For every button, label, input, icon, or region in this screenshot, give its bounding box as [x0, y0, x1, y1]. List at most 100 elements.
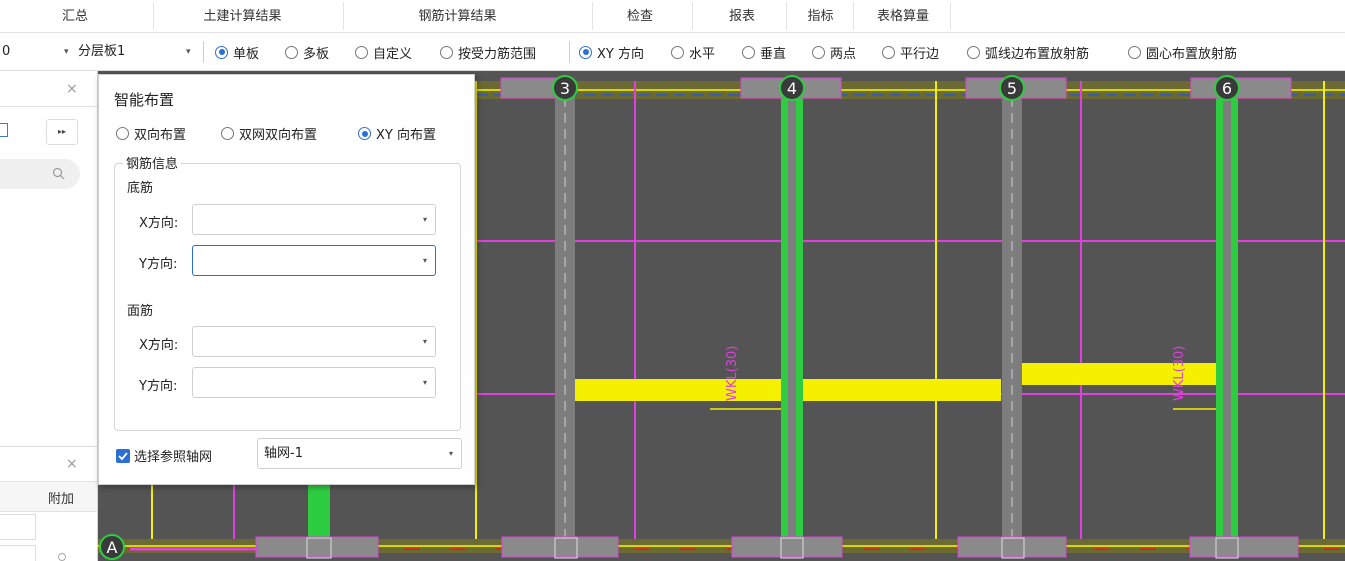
layer-select[interactable]: 分层板1: [78, 33, 125, 71]
radio-indicator[interactable]: [285, 45, 298, 59]
more-button[interactable]: ▸▸: [46, 119, 78, 145]
radio-indicator[interactable]: [116, 127, 129, 140]
layout-toolbar: 0 ▾ 分层板1 ▾ 单板 多板 自定义 按受力筋范围 XY 方向 水平 垂直 …: [0, 33, 1345, 71]
tab-check[interactable]: 检查: [610, 0, 670, 33]
bottom-x-combo[interactable]: ▾: [192, 204, 436, 235]
radio-label: 水平: [689, 46, 716, 62]
checkbox-checked-icon[interactable]: [116, 448, 130, 463]
tab-report[interactable]: 报表: [712, 0, 772, 33]
radio-indicator[interactable]: [221, 127, 234, 140]
green-column-core: [1223, 81, 1231, 553]
save-icon[interactable]: [0, 123, 8, 137]
radio-horizontal[interactable]: 水平: [671, 33, 715, 71]
radio-indicator[interactable]: [812, 45, 825, 59]
radio-label: 两点: [830, 46, 857, 62]
chevron-down-icon[interactable]: ▾: [423, 337, 427, 346]
radio-bidirectional[interactable]: 双向布置: [116, 124, 186, 143]
svg-text:A: A: [107, 538, 118, 557]
radio-indicator[interactable]: [358, 127, 371, 140]
radio-label: 双网双向布置: [239, 128, 318, 143]
green-column-core: [788, 81, 796, 553]
top-y-combo[interactable]: ▾: [192, 367, 436, 398]
radio-indicator[interactable]: [671, 45, 684, 59]
axis-bubble-a[interactable]: A: [99, 534, 125, 560]
beam-tag: WKL(30): [1172, 346, 1187, 401]
table-cell-input[interactable]: [0, 545, 36, 561]
top-rebar-label: 面筋: [127, 304, 154, 319]
tab-summary[interactable]: 汇总: [40, 0, 110, 33]
axis-checkbox[interactable]: 选择参照轴网: [116, 446, 212, 465]
radio-indicator[interactable]: [882, 45, 895, 59]
radio-double-net[interactable]: 双网双向布置: [221, 124, 317, 143]
radio-indicator[interactable]: [355, 45, 368, 59]
ribbon-divider: [592, 2, 593, 30]
radio-indicator[interactable]: [215, 45, 228, 59]
chevron-down-icon[interactable]: ▾: [423, 215, 427, 224]
table-cell-input[interactable]: [0, 514, 36, 540]
ribbon-divider: [853, 2, 854, 30]
search-icon[interactable]: [52, 167, 65, 180]
ribbon-menu: 汇总 土建计算结果 钢筋计算结果 检查 报表 指标 表格算量: [0, 0, 1345, 33]
bottom-y-combo[interactable]: ▾: [192, 245, 436, 276]
radio-indicator[interactable]: [440, 45, 453, 59]
radio-center-radial[interactable]: 圆心布置放射筋: [1128, 33, 1237, 71]
combo-value: 轴网-1: [264, 446, 303, 461]
radio-label: 自定义: [373, 46, 413, 62]
axis-bubble-3[interactable]: 3: [552, 75, 578, 101]
radio-label: XY 方向: [597, 46, 644, 62]
ribbon-divider: [950, 2, 951, 30]
radio-indicator[interactable]: [967, 45, 980, 59]
top-x-combo[interactable]: ▾: [192, 326, 436, 357]
chevron-down-icon[interactable]: ▾: [423, 256, 427, 265]
radio-label: 弧线边布置放射筋: [985, 46, 1090, 62]
slab-rebar-bar[interactable]: [803, 379, 1001, 401]
axis-grid-select[interactable]: 轴网-1 ▾: [257, 438, 462, 469]
radio-multi-slab[interactable]: 多板: [285, 33, 329, 71]
tab-indicator[interactable]: 指标: [793, 0, 848, 33]
axis-bubble-5[interactable]: 5: [999, 75, 1025, 101]
axis-bubble-6[interactable]: 6: [1214, 75, 1240, 101]
slab-rebar-bar[interactable]: [575, 379, 781, 401]
chevron-down-icon[interactable]: ▾: [423, 378, 427, 387]
dialog-title: 智能布置: [114, 91, 175, 109]
checkbox-label: 选择参照轴网: [134, 450, 213, 465]
ribbon-divider: [786, 2, 787, 30]
left-panel-second-header: [0, 446, 97, 482]
radio-vertical[interactable]: 垂直: [742, 33, 786, 71]
radio-single-slab[interactable]: 单板: [215, 33, 259, 71]
close-icon[interactable]: ×: [66, 81, 78, 97]
beam-tag: WKL(30): [725, 346, 740, 401]
radio-xy-direction[interactable]: XY 方向: [579, 33, 644, 71]
svg-text:5: 5: [1007, 79, 1017, 98]
bottom-y-label: Y方向:: [139, 257, 178, 272]
radio-label: 多板: [303, 46, 330, 62]
tab-table-quantity[interactable]: 表格算量: [858, 0, 948, 33]
radio-arc-edge-radial[interactable]: 弧线边布置放射筋: [967, 33, 1089, 71]
partial-combo-value[interactable]: 0: [2, 33, 10, 71]
radio-label: 单板: [233, 46, 260, 62]
close-icon[interactable]: ×: [66, 456, 78, 472]
radio-xy-layout[interactable]: XY 向布置: [358, 124, 436, 143]
tab-civil-results[interactable]: 土建计算结果: [185, 0, 300, 33]
axis-bubble-4[interactable]: 4: [779, 75, 805, 101]
chevron-down-icon[interactable]: ▾: [64, 33, 69, 71]
svg-text:6: 6: [1222, 79, 1232, 98]
beam-cap: [1190, 77, 1292, 99]
radio-indicator[interactable]: [579, 45, 592, 59]
tab-rebar-results[interactable]: 钢筋计算结果: [400, 0, 515, 33]
scroll-dot-icon: [58, 553, 66, 561]
chevron-down-icon[interactable]: ▾: [449, 449, 453, 458]
radio-indicator[interactable]: [1128, 45, 1141, 59]
bottom-rebar-label: 底筋: [127, 181, 154, 196]
radio-indicator[interactable]: [742, 45, 755, 59]
radio-label: 垂直: [760, 46, 787, 62]
radio-parallel-edge[interactable]: 平行边: [882, 33, 939, 71]
radio-custom[interactable]: 自定义: [355, 33, 412, 71]
search-input[interactable]: [0, 159, 80, 189]
radio-by-stress-range[interactable]: 按受力筋范围: [440, 33, 536, 71]
radio-two-points[interactable]: 两点: [812, 33, 856, 71]
ribbon-divider: [343, 2, 344, 30]
chevron-down-icon[interactable]: ▾: [186, 33, 191, 71]
top-y-label: Y方向:: [139, 379, 178, 394]
ribbon-divider: [692, 2, 693, 30]
